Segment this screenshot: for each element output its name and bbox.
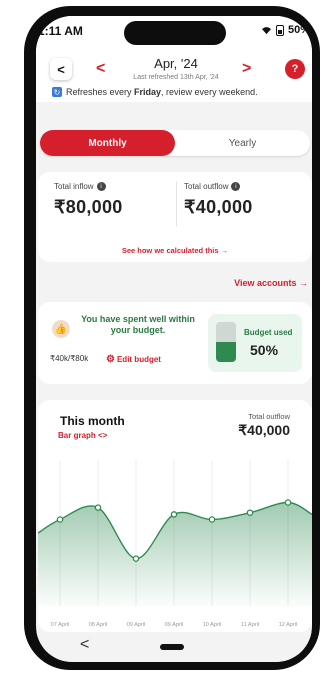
last-refreshed: Last refreshed 13th Apr, '24: [133, 74, 219, 81]
x-tick-label: 09 April: [165, 622, 184, 628]
data-point[interactable]: [132, 555, 140, 562]
budget-used-label: Budget used: [244, 328, 293, 337]
help-button[interactable]: ?: [285, 59, 305, 79]
budget-used-percent: 50%: [250, 342, 279, 358]
chart-type-toggle[interactable]: Bar graph <>: [58, 431, 107, 440]
nav-back-button[interactable]: <: [80, 636, 89, 654]
view-accounts-link[interactable]: View accounts →: [234, 278, 308, 288]
tab-monthly[interactable]: Monthly: [40, 130, 175, 156]
status-time: 1:11 AM: [38, 24, 83, 38]
back-button[interactable]: <: [50, 58, 72, 80]
status-bar: 1:11 AM 50%: [36, 16, 312, 50]
chart-title: This month: [60, 414, 125, 428]
dynamic-island: [124, 21, 226, 45]
budget-jar-icon: [216, 322, 236, 362]
info-icon[interactable]: i: [231, 182, 241, 191]
data-point[interactable]: [246, 509, 254, 516]
chevron-left-icon: <: [57, 61, 65, 77]
period-tabs: Monthly Yearly: [40, 130, 310, 156]
refresh-note-day: Friday: [134, 87, 162, 97]
x-tick-label: 11 April: [241, 622, 259, 628]
refresh-note-prefix: Refreshes every: [66, 87, 135, 97]
calculation-link[interactable]: See how we calculated this →: [38, 246, 312, 255]
edit-budget-button[interactable]: ⚙ Edit budget: [106, 354, 161, 365]
data-point[interactable]: [94, 504, 102, 511]
edit-budget-label: Edit budget: [116, 355, 161, 364]
x-tick-label: 10 April: [203, 622, 222, 628]
budget-used-box: Budget used 50%: [208, 314, 302, 372]
x-tick-label: 12 April: [279, 622, 298, 628]
area-chart: 07 April 08 April 09 April 09 April 10 April…: [38, 460, 312, 628]
data-point[interactable]: [208, 516, 216, 523]
battery-percent: 50%: [287, 24, 310, 36]
x-tick-label: 07 April: [51, 622, 70, 628]
wifi-icon: [261, 26, 271, 34]
next-month-button[interactable]: >: [242, 60, 251, 78]
question-icon: ?: [291, 63, 299, 75]
nav-home-bar[interactable]: [160, 644, 184, 650]
inflow-value: ₹80,000: [54, 197, 123, 217]
data-point[interactable]: [170, 511, 178, 518]
x-tick-label: 09 April: [127, 622, 146, 628]
gear-icon: ⚙: [106, 354, 115, 365]
system-nav-bar: <: [36, 632, 312, 662]
flow-summary-card: Total inflow i ₹80,000 Total outflow i ₹…: [38, 172, 312, 262]
refresh-icon: ↻: [52, 87, 62, 97]
refresh-note-suffix: , review every weekend.: [161, 87, 258, 97]
tab-yearly[interactable]: Yearly: [175, 130, 310, 156]
budget-jar-fill: [216, 342, 236, 362]
refresh-note: ↻ Refreshes every Friday, review every w…: [52, 87, 258, 97]
outflow-label: Total outflow: [184, 182, 229, 191]
page-header: < < Apr, '24 Last refreshed 13th Apr, '2…: [36, 50, 312, 102]
app-screen: 1:11 AM 50% < < Apr, '24 Last refreshed …: [36, 16, 312, 662]
data-point[interactable]: [56, 516, 64, 523]
prev-month-button[interactable]: <: [96, 60, 105, 78]
info-icon[interactable]: i: [96, 182, 106, 191]
x-tick-label: 08 April: [89, 622, 108, 628]
status-indicators: 50%: [261, 24, 310, 36]
outflow-block: Total outflow i ₹40,000: [184, 182, 253, 218]
inflow-label: Total inflow: [54, 182, 94, 191]
area-fill: [38, 502, 312, 606]
chart-card: This month Bar graph <> Total outflow ₹4…: [38, 400, 312, 632]
budget-message: You have spent well within your budget.: [81, 314, 195, 335]
budget-card: 👍 You have spent well within your budget…: [38, 302, 312, 384]
thumbs-up-icon: 👍: [52, 320, 70, 338]
outflow-value: ₹40,000: [184, 197, 253, 217]
month-title: Apr, '24: [154, 56, 198, 71]
chart-outflow-label: Total outflow: [248, 412, 290, 421]
chart-outflow-value: ₹40,000: [238, 422, 290, 438]
inflow-block: Total inflow i ₹80,000: [54, 182, 123, 218]
divider: [176, 182, 177, 226]
battery-icon: [275, 24, 284, 36]
data-point[interactable]: [284, 499, 292, 506]
budget-amount: ₹40k/₹80k: [50, 354, 89, 363]
